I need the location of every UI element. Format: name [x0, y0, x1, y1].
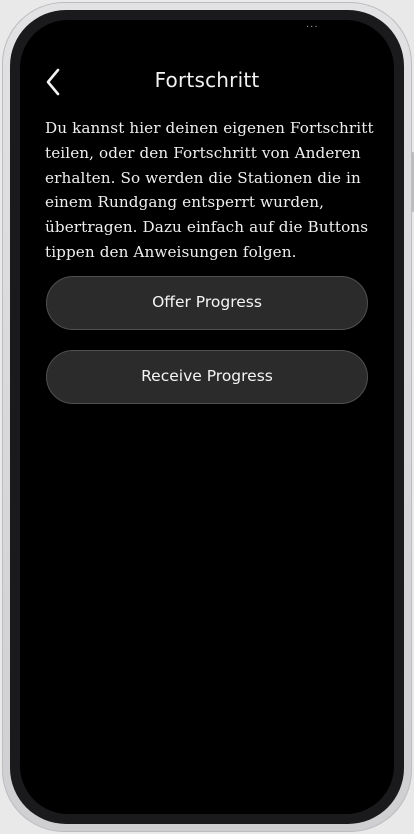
description-text: Du kannst hier deinen eigenen Fortschrit… — [45, 119, 374, 261]
receive-progress-button[interactable]: Receive Progress — [46, 350, 368, 404]
page-title: Fortschritt — [154, 68, 260, 92]
phone-frame: ··· Fortschritt Du kannst hier deinen ei… — [2, 2, 414, 832]
offer-progress-button[interactable]: Offer Progress — [46, 276, 368, 330]
status-indicator: ··· — [306, 22, 319, 33]
phone-bezel: ··· Fortschritt Du kannst hier deinen ei… — [10, 10, 404, 824]
navigation-header: Fortschritt — [20, 64, 394, 104]
app-screen: ··· Fortschritt Du kannst hier deinen ei… — [20, 20, 394, 814]
